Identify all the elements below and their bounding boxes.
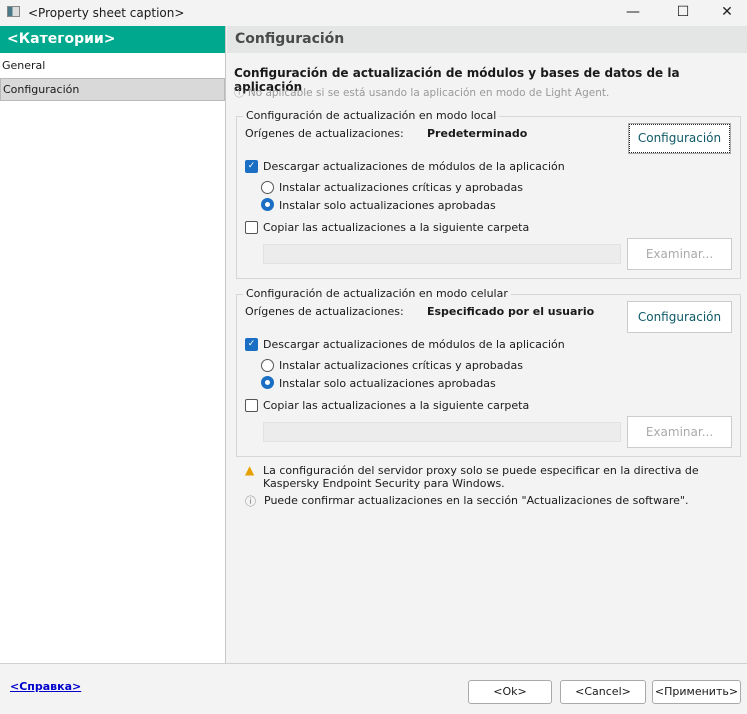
config-button[interactable]: Configuración — [628, 123, 731, 154]
radio-approved[interactable] — [261, 198, 274, 211]
radio-critical[interactable] — [261, 359, 274, 372]
sources-label: Orígenes de actualizaciones: — [245, 127, 404, 140]
radio-approved-label: Instalar solo actualizaciones aprobadas — [279, 377, 496, 390]
copy-checkbox[interactable] — [245, 399, 258, 412]
proxy-warning: La configuración del servidor proxy solo… — [263, 464, 699, 490]
ok-button[interactable]: <Ok> — [468, 680, 552, 704]
minimize-button[interactable]: — — [610, 0, 656, 26]
copy-label: Copiar las actualizaciones a la siguient… — [263, 399, 530, 412]
sources-value: Especificado por el usuario — [427, 305, 595, 318]
browse-button[interactable]: Examinar... — [627, 416, 732, 448]
title-bar: <Property sheet caption> — ☐ ✕ — [0, 0, 747, 26]
download-checkbox[interactable]: ✓ — [245, 338, 258, 351]
radio-critical-label: Instalar actualizaciones críticas y apro… — [279, 181, 523, 194]
apply-button[interactable]: <Применить> — [652, 680, 741, 704]
info-icon: ⓘ — [245, 495, 256, 508]
subtitle-text: No aplicable si se está usando la aplica… — [247, 87, 610, 99]
category-sidebar: <Категории> General Configuración — [0, 26, 226, 663]
sources-value: Predeterminado — [427, 127, 528, 140]
group-legend: Configuración de actualización en modo c… — [243, 287, 511, 300]
window-title: <Property sheet caption> — [28, 6, 185, 20]
info-icon: ⓘ — [234, 87, 248, 99]
help-link[interactable]: <Справка> — [10, 680, 81, 693]
radio-critical[interactable] — [261, 181, 274, 194]
radio-critical-label: Instalar actualizaciones críticas y apro… — [279, 359, 523, 372]
maximize-button[interactable]: ☐ — [660, 0, 706, 26]
app-icon — [7, 6, 20, 17]
close-button[interactable]: ✕ — [704, 0, 747, 26]
warning-icon: ▲ — [245, 463, 255, 477]
radio-approved-label: Instalar solo actualizaciones aprobadas — [279, 199, 496, 212]
folder-input[interactable] — [263, 244, 621, 264]
copy-checkbox[interactable] — [245, 221, 258, 234]
category-header: <Категории> — [0, 26, 225, 53]
browse-button[interactable]: Examinar... — [627, 238, 732, 270]
section-header: Configuración — [227, 26, 747, 53]
subtitle: ⓘ No aplicable si se está usando la apli… — [234, 85, 609, 100]
group-legend: Configuración de actualización en modo l… — [243, 109, 500, 122]
cancel-button[interactable]: <Cancel> — [560, 680, 646, 704]
sidebar-item-general[interactable]: General — [0, 55, 225, 78]
copy-label: Copiar las actualizaciones a la siguient… — [263, 221, 530, 234]
info-text: Puede confirmar actualizaciones en la se… — [264, 494, 689, 507]
config-button[interactable]: Configuración — [627, 301, 732, 333]
radio-approved[interactable] — [261, 376, 274, 389]
sources-label: Orígenes de actualizaciones: — [245, 305, 404, 318]
download-checkbox[interactable]: ✓ — [245, 160, 258, 173]
download-label: Descargar actualizaciones de módulos de … — [263, 160, 565, 173]
download-label: Descargar actualizaciones de módulos de … — [263, 338, 565, 351]
sidebar-item-configuracion[interactable]: Configuración — [0, 78, 225, 101]
folder-input[interactable] — [263, 422, 621, 442]
